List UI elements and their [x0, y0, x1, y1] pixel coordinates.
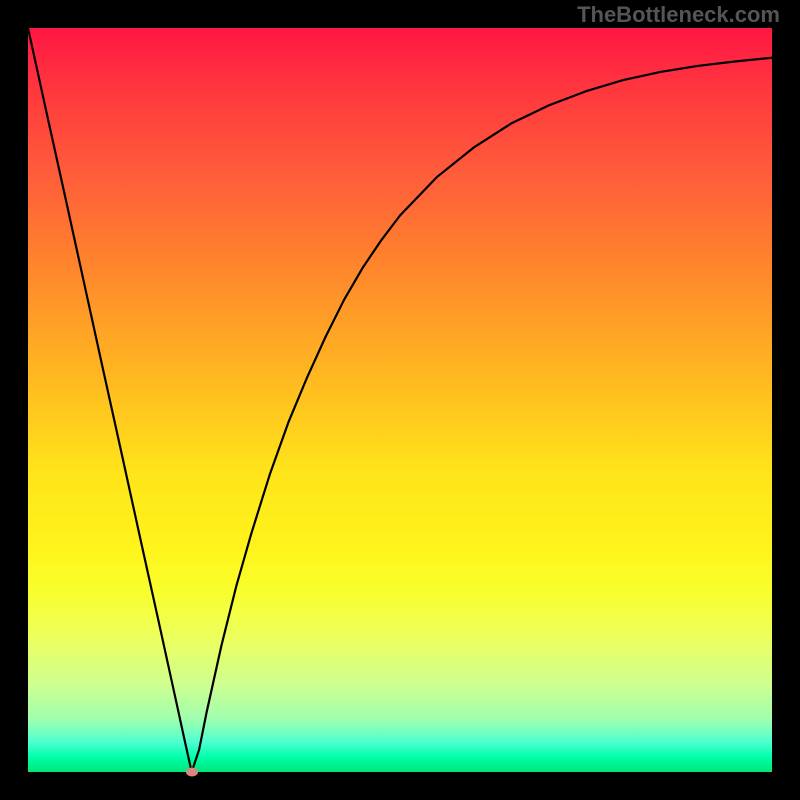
chart-marker — [186, 768, 198, 777]
chart-curve — [28, 28, 772, 772]
chart-plot-area — [28, 28, 772, 772]
watermark-text: TheBottleneck.com — [577, 2, 780, 28]
